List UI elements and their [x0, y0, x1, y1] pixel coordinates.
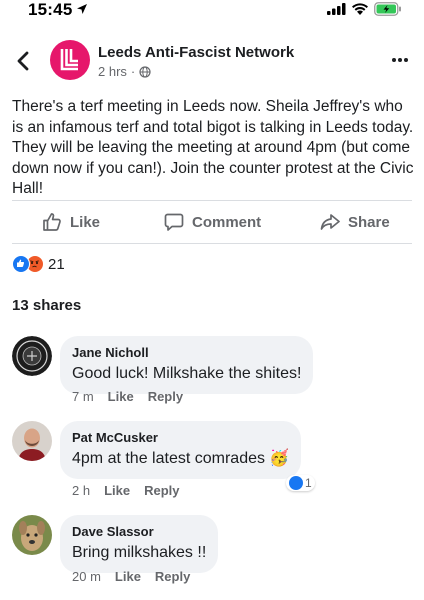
- share-button[interactable]: Share: [320, 212, 390, 232]
- battery-charging-icon: [374, 2, 401, 16]
- comment-like-button[interactable]: Like: [108, 389, 134, 404]
- comment-reply-button[interactable]: Reply: [144, 483, 179, 498]
- comment-meta: 20 m Like Reply: [72, 569, 190, 584]
- comment-like-button[interactable]: Like: [104, 483, 130, 498]
- page-name[interactable]: Leeds Anti-Fascist Network: [98, 44, 294, 61]
- reaction-count: 21: [48, 255, 65, 273]
- avatar[interactable]: [12, 336, 52, 376]
- comment-text: Good luck! Milkshake the shites!: [72, 365, 302, 382]
- comment-bubble: Dave Slassor Bring milkshakes !!: [60, 515, 219, 573]
- meta-separator: ·: [130, 64, 136, 79]
- like-reaction-icon: [289, 476, 303, 490]
- status-bar: 15:45: [0, 0, 424, 22]
- lafn-logo-icon: [60, 49, 78, 71]
- commenter-avatar-dog-icon: [12, 515, 52, 555]
- comment-text: 4pm at the latest comrades 🥳: [72, 450, 290, 467]
- thumbs-up-icon: [43, 213, 61, 231]
- comment-reply-button[interactable]: Reply: [148, 389, 183, 404]
- comment-reply-button[interactable]: Reply: [155, 569, 190, 584]
- comment-author[interactable]: Dave Slassor: [72, 523, 206, 540]
- more-options-icon[interactable]: [390, 52, 410, 68]
- comment-time: 7 m: [72, 389, 94, 404]
- comment-label: Comment: [192, 213, 262, 231]
- page-avatar[interactable]: [50, 40, 90, 80]
- cellular-signal-icon: [327, 3, 346, 15]
- comment-button[interactable]: Comment: [164, 212, 261, 232]
- share-arrow-icon: [320, 214, 340, 230]
- globe-icon: [139, 65, 151, 78]
- comment-bubble: Pat McCusker 4pm at the latest comrades …: [60, 421, 302, 479]
- reactions-summary[interactable]: 21: [12, 255, 65, 273]
- location-arrow-icon: [77, 4, 87, 14]
- post-meta: 2 hrs ·: [98, 64, 151, 79]
- comment-meta: 7 m Like Reply: [72, 389, 183, 404]
- commenter-avatar-photo-icon: [12, 421, 52, 461]
- avatar[interactable]: [12, 515, 52, 555]
- avatar[interactable]: [12, 421, 52, 461]
- commenter-avatar-badge-icon: [12, 336, 52, 376]
- wifi-icon: [352, 3, 368, 15]
- comment-time: 2 h: [72, 483, 91, 498]
- comment-bubble: Jane Nicholl Good luck! Milkshake the sh…: [60, 336, 314, 394]
- like-reaction-icon: [12, 255, 30, 273]
- comment-reaction-count: 1: [305, 476, 312, 490]
- comment-time: 20 m: [72, 569, 101, 584]
- comment-icon: [164, 213, 184, 231]
- comment-meta: 2 h Like Reply: [72, 483, 180, 498]
- comment-text: Bring milkshakes !!: [72, 544, 207, 561]
- comment-author[interactable]: Pat McCusker: [72, 429, 289, 446]
- divider-top: [12, 200, 412, 201]
- post-text: There's a terf meeting in Leeds now. She…: [12, 98, 414, 197]
- like-label: Like: [70, 213, 101, 231]
- status-time: 15:45: [28, 0, 73, 19]
- shares-count[interactable]: 13 shares: [12, 297, 81, 314]
- like-button[interactable]: Like: [42, 212, 100, 232]
- back-chevron-icon[interactable]: [14, 50, 32, 72]
- post-time[interactable]: 2 hrs: [98, 64, 127, 79]
- comment-like-button[interactable]: Like: [115, 569, 141, 584]
- divider-bottom: [12, 243, 412, 244]
- comment-author[interactable]: Jane Nicholl: [72, 344, 301, 361]
- share-label: Share: [348, 213, 390, 231]
- comment-reaction-badge[interactable]: 1: [286, 475, 315, 491]
